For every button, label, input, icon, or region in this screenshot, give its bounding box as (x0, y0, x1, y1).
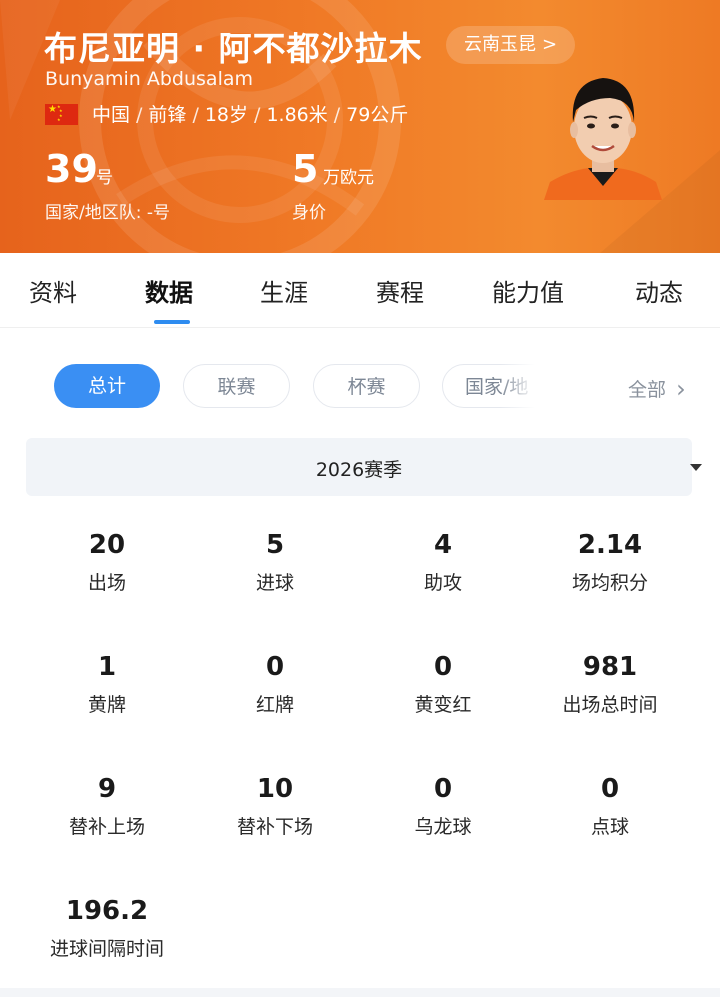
all-filters-label: 全部 (628, 379, 667, 401)
stat-goals: 5 进球 (191, 530, 359, 595)
stat-red-cards: 0 红牌 (191, 652, 359, 717)
stat-goal-interval: 196.2 进球间隔时间 (23, 896, 191, 961)
stat-value: 0 (265, 652, 285, 682)
season-label: 2026赛季 (315, 459, 403, 481)
stat-value: 20 (88, 530, 126, 560)
stat-value: 981 (582, 652, 638, 682)
tab-stats[interactable]: 数据 (145, 273, 193, 308)
stat-label: 场均积分 (571, 572, 648, 594)
chevron-right-icon: > (542, 34, 558, 55)
stat-label: 进球间隔时间 (49, 938, 164, 960)
tab-ability[interactable]: 能力值 (492, 273, 564, 308)
stat-value: 5 (265, 530, 285, 560)
stat-label: 替补上场 (68, 816, 145, 838)
stat-value: 1 (97, 652, 117, 682)
stat-minutes-played: 981 出场总时间 (526, 652, 694, 717)
filter-league-chip[interactable]: 联赛 (183, 364, 290, 408)
stat-sub-off: 10 替补下场 (191, 774, 359, 839)
shirt-number-unit: 号 (96, 168, 113, 188)
club-name: 云南玉昆 (464, 34, 536, 55)
club-link-button[interactable]: 云南玉昆 > (446, 26, 576, 64)
stat-label: 进球 (255, 572, 294, 594)
stat-own-goals: 0 乌龙球 (359, 774, 527, 839)
stat-label: 替补下场 (236, 816, 313, 838)
stat-value: 9 (97, 774, 117, 804)
stat-value: 196.2 (65, 896, 149, 926)
bottom-divider (0, 988, 720, 997)
stat-label: 乌龙球 (414, 816, 472, 838)
active-tab-indicator (154, 320, 190, 324)
height: 1.86米 (266, 104, 328, 126)
tab-profile[interactable]: 资料 (29, 273, 77, 308)
market-value: 5 (292, 147, 319, 191)
market-value-unit: 万欧元 (323, 168, 374, 188)
national-team-number: 国家/地区队: -号 (45, 203, 170, 223)
stat-value: 0 (433, 652, 453, 682)
player-bio: 中国 / 前锋/18岁/1.86米/79公斤 (92, 104, 409, 126)
stat-label: 出场总时间 (562, 694, 658, 716)
stat-yellow-cards: 1 黄牌 (23, 652, 191, 717)
stat-label: 黄变红 (414, 694, 472, 716)
stat-label: 黄牌 (87, 694, 126, 716)
stat-avg-points: 2.14 场均积分 (526, 530, 694, 595)
stat-value: 4 (433, 530, 453, 560)
stat-value: 0 (600, 774, 620, 804)
tab-schedule[interactable]: 赛程 (376, 273, 424, 308)
stat-value: 0 (433, 774, 453, 804)
stat-label: 助攻 (423, 572, 462, 594)
stat-second-yellow: 0 黄变红 (359, 652, 527, 717)
filter-cup-chip[interactable]: 杯赛 (313, 364, 420, 408)
player-header: 布尼亚明 · 阿不都沙拉木 云南玉昆 > Bunyamin Abdusalam ★… (0, 0, 720, 253)
player-name-english: Bunyamin Abdusalam (45, 68, 254, 90)
stat-value: 10 (256, 774, 294, 804)
season-selector[interactable]: 2026赛季 (26, 438, 702, 496)
stat-penalties: 0 点球 (526, 774, 694, 839)
tab-news[interactable]: 动态 (635, 273, 683, 308)
tab-bar: 资料 数据 生涯 赛程 能力值 动态 (0, 253, 720, 328)
weight: 79公斤 (346, 104, 409, 126)
player-avatar (540, 70, 666, 200)
all-filters-button[interactable]: 全部 › (628, 374, 686, 403)
position: 前锋 (148, 104, 187, 126)
nationality: 中国 (92, 104, 131, 126)
stat-appearances: 20 出场 (23, 530, 191, 595)
filter-total-chip[interactable]: 总计 (54, 364, 160, 408)
tab-career[interactable]: 生涯 (260, 273, 308, 308)
player-name: 布尼亚明 · 阿不都沙拉木 (44, 29, 423, 68)
stat-assists: 4 助攻 (359, 530, 527, 595)
stat-value: 2.14 (577, 530, 643, 560)
china-flag-icon: ★ ★ ★ ★ ★ (45, 104, 78, 125)
stat-label: 点球 (590, 816, 629, 838)
stat-sub-on: 9 替补上场 (23, 774, 191, 839)
age: 18岁 (204, 104, 249, 126)
market-value-label: 身价 (292, 203, 326, 223)
stat-label: 红牌 (255, 694, 294, 716)
dropdown-caret-icon (690, 464, 702, 471)
stat-label: 出场 (87, 572, 126, 594)
shirt-number: 39 (45, 147, 98, 191)
chevron-right-icon: › (676, 375, 686, 403)
chip-scroll-fade (500, 362, 600, 410)
